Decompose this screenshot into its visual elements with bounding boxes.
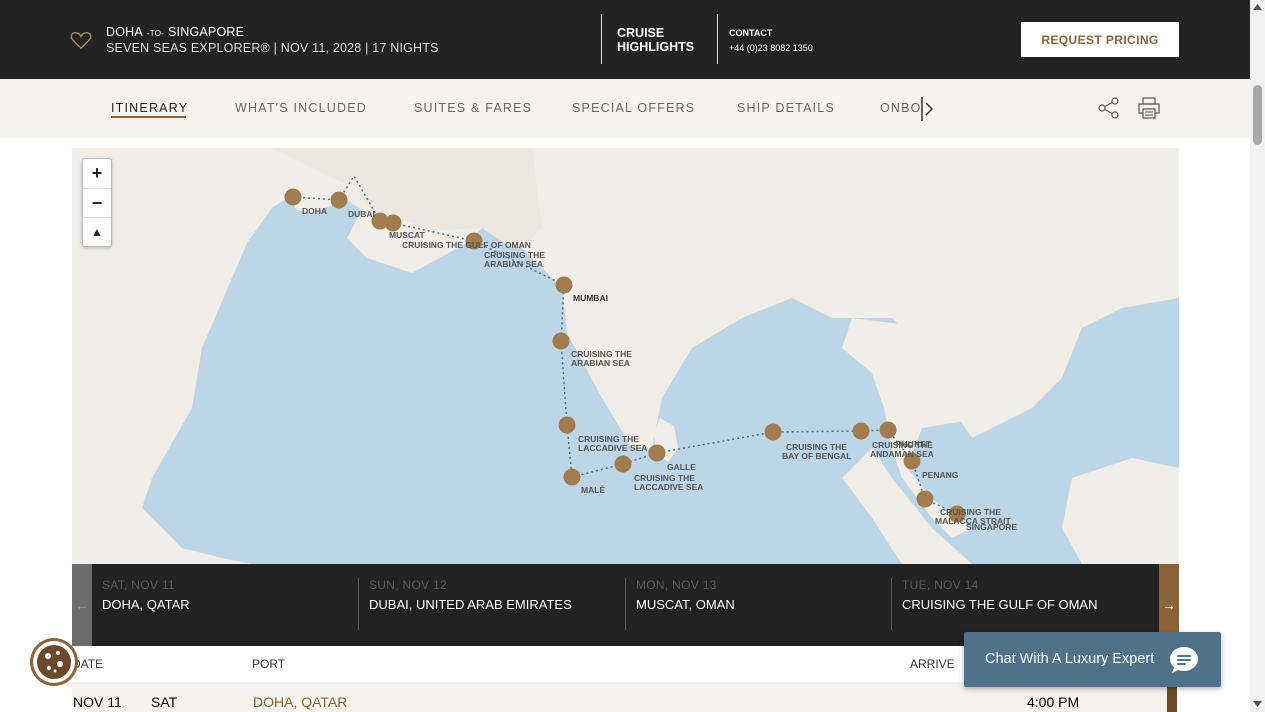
day-card[interactable]: MON, NOV 13 MUSCAT, OMAN — [625, 578, 891, 630]
port-marker-mumbai[interactable] — [555, 276, 573, 294]
page-scrollbar[interactable] — [1250, 0, 1265, 712]
label-penang: PENANG — [922, 470, 959, 480]
day-date: MON, NOV 13 — [636, 578, 717, 592]
row-day: SAT — [151, 694, 178, 710]
label-galle: GALLE — [667, 462, 696, 472]
cookie-settings-icon[interactable] — [29, 637, 79, 687]
tab-itinerary[interactable]: ITINERARY — [111, 101, 188, 115]
scrollbar-thumb[interactable] — [1253, 85, 1262, 145]
label-gulf-oman: CRUISING THE GULF OF OMAN — [402, 240, 531, 250]
print-icon[interactable] — [1137, 96, 1161, 120]
label-singapore: SINGAPORE — [966, 522, 1017, 532]
row-date: NOV 11 — [73, 694, 122, 710]
route-from: DOHA — [106, 25, 143, 39]
port-marker-dubai[interactable] — [330, 191, 348, 209]
label-andaman-b: ANDAMAN SEA — [870, 449, 934, 459]
itinerary-map[interactable]: DOHA DUBAI MUSCAT CRUISING THE GULF OF O… — [72, 148, 1179, 564]
day-port: DOHA, QATAR — [102, 597, 190, 612]
label-laccadive-1b: LACCADIVE SEA — [578, 443, 647, 453]
active-tab-underline — [111, 116, 186, 118]
compass-reset-icon[interactable]: ▲ — [83, 218, 111, 248]
day-date: SAT, NOV 11 — [102, 578, 175, 592]
port-marker-galle[interactable] — [648, 444, 666, 462]
day-port: DUBAI, UNITED ARAB EMIRATES — [369, 597, 572, 612]
label-doha: DOHA — [302, 206, 327, 216]
day-date: TUE, NOV 14 — [902, 578, 979, 592]
day-date: SUN, NOV 12 — [369, 578, 447, 592]
route-to-word: -TO- — [146, 29, 165, 38]
day-port: MUSCAT, OMAN — [636, 597, 735, 612]
port-marker-doha[interactable] — [284, 188, 302, 206]
label-laccadive-2b: LACCADIVE SEA — [634, 482, 703, 492]
heart-icon[interactable] — [70, 30, 92, 50]
port-marker-andaman[interactable] — [852, 422, 870, 440]
scroll-up-icon[interactable] — [1252, 2, 1263, 12]
label-arabian-2b: ARABIAN SEA — [571, 358, 630, 368]
trip-summary: DOHA -TO- SINGAPORE SEVEN SEAS EXPLORER® |… — [106, 25, 439, 56]
port-marker-bengal[interactable] — [764, 423, 782, 441]
label-mumbai: MUMBAI — [573, 293, 608, 303]
zoom-out-button[interactable]: − — [83, 189, 111, 218]
port-marker-laccadive-1[interactable] — [558, 416, 576, 434]
port-marker-phuket[interactable] — [879, 421, 897, 439]
cruise-highlights-label: CRUISE HIGHLIGHTS — [617, 26, 695, 54]
cruise-header: DOHA -TO- SINGAPORE SEVEN SEAS EXPLORER® |… — [0, 0, 1250, 79]
request-pricing-button[interactable]: REQUEST PRICING — [1021, 22, 1179, 57]
scroll-down-icon[interactable] — [1252, 699, 1263, 709]
tab-special-offers[interactable]: SPECIAL OFFERS — [572, 101, 695, 115]
table-scroll-indicator — [1167, 686, 1177, 712]
route-line: DOHA -TO- SINGAPORE — [106, 25, 439, 41]
label-male: MALÉ — [581, 485, 605, 495]
day-card[interactable]: SUN, NOV 12 DUBAI, UNITED ARAB EMIRATES — [358, 578, 625, 630]
contact-block: CONTACT +44 (0)23 8082 1350 — [729, 26, 813, 56]
chat-bubble-icon — [1170, 647, 1198, 673]
cruise-highlights-link[interactable]: CRUISE HIGHLIGHTS — [601, 14, 718, 64]
route-to: SINGAPORE — [168, 25, 245, 39]
label-arabian-1b: ARABIAN SEA — [484, 259, 543, 269]
day-card[interactable]: TUE, NOV 14 CRUISING THE GULF OF OMAN — [891, 578, 1157, 630]
port-marker-laccadive-2[interactable] — [614, 455, 632, 473]
share-icon[interactable] — [1098, 97, 1120, 119]
page: DOHA -TO- SINGAPORE SEVEN SEAS EXPLORER® |… — [0, 0, 1265, 712]
carousel-prev-arrow-icon[interactable]: ← — [72, 564, 92, 646]
port-marker-gulf-oman[interactable] — [384, 214, 402, 232]
section-nav: ITINERARY WHAT'S INCLUDED SUITES & FARES… — [0, 79, 1250, 138]
label-bengal-b: BAY OF BENGAL — [782, 451, 851, 461]
contact-label: CONTACT — [729, 28, 773, 38]
zoom-in-button[interactable]: + — [83, 159, 111, 189]
row-depart: 4:00 PM — [1027, 694, 1080, 710]
port-marker-arabian-sea-2[interactable] — [552, 332, 570, 350]
contact-phone[interactable]: +44 (0)23 8082 1350 — [729, 41, 813, 56]
tab-suites-fares[interactable]: SUITES & FARES — [414, 101, 532, 115]
chat-button[interactable]: Chat With A Luxury Expert — [964, 632, 1221, 687]
label-phuket: PHUKET — [896, 439, 932, 449]
chat-label: Chat With A Luxury Expert — [985, 651, 1155, 667]
tab-ship-details[interactable]: SHIP DETAILS — [737, 101, 835, 115]
port-marker-male[interactable] — [563, 468, 581, 486]
day-port: CRUISING THE GULF OF OMAN — [902, 597, 1098, 612]
row-port[interactable]: DOHA, QATAR — [253, 694, 347, 710]
port-marker-malacca[interactable] — [916, 490, 934, 508]
label-dubai: DUBAI — [348, 209, 375, 219]
tab-onboard[interactable]: ONBOARD — [880, 101, 920, 115]
map-zoom-controls: + − ▲ — [82, 158, 112, 247]
col-port-header: PORT — [252, 657, 286, 671]
ship-date-line: SEVEN SEAS EXPLORER® | NOV 11, 2028 | 17… — [106, 41, 439, 55]
chevron-right-icon[interactable] — [920, 95, 936, 123]
col-arrive-header: ARRIVE — [910, 657, 955, 671]
day-card[interactable]: SAT, NOV 11 DOHA, QATAR — [92, 578, 358, 630]
label-muscat: MUSCAT — [389, 230, 426, 240]
tab-whats-included[interactable]: WHAT'S INCLUDED — [235, 101, 367, 115]
